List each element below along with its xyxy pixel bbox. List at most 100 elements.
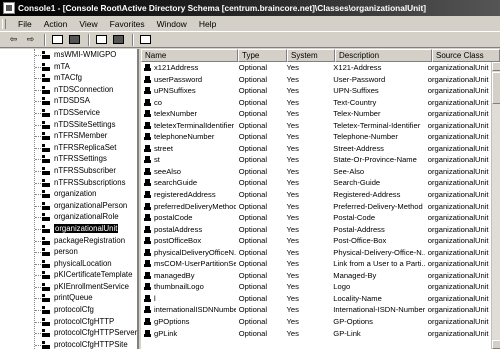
table-row[interactable]: postOfficeBox Optional Yes Post-Office-Box o… [141, 235, 491, 247]
table-row[interactable]: msCOM-UserPartitionSe... Optional Yes Link … [141, 258, 491, 270]
table-row[interactable]: teletexTerminalIdentifier Optional Yes Tele… [141, 120, 491, 132]
tree-item-nTFRSSubscriptions[interactable]: nTFRSSubscriptions [0, 177, 137, 189]
attribute-source-class: organizationalUnit [427, 201, 489, 211]
tree-item-physicalLocation[interactable]: physicalLocation [0, 258, 137, 270]
attribute-name-text: l [154, 293, 156, 303]
tree-item-organizationalPerson[interactable]: organizationalPerson [0, 200, 137, 212]
class-tree[interactable]: msWMI-WMIGPO mTA mTACfg nTDSConnection nTDSD… [0, 49, 139, 349]
attribute-description: GP-Link [333, 328, 361, 338]
tree-item-mTA[interactable]: mTA [0, 61, 137, 73]
table-row[interactable]: internationalISDNNumber Optional Yes Intern… [141, 304, 491, 316]
tree-item-label: pKICertificateTemplate [54, 270, 133, 280]
help-icon[interactable] [138, 33, 153, 46]
column-header-name[interactable]: Name [141, 49, 238, 62]
tree-item-label: protocolCfg [54, 305, 94, 315]
table-row[interactable]: registeredAddress Optional Yes Registered-A… [141, 189, 491, 201]
tree-item-nTDSConnection[interactable]: nTDSConnection [0, 84, 137, 96]
tree-item-nTFRSSettings[interactable]: nTFRSSettings [0, 153, 137, 165]
tree-item-label: organizationalRole [54, 212, 119, 222]
tree-item-organizationalRole[interactable]: organizationalRole [0, 211, 137, 223]
tree-item-nTFRSReplicaSet[interactable]: nTFRSReplicaSet [0, 142, 137, 154]
column-header-source-class[interactable]: Source Class [432, 49, 500, 62]
properties-icon[interactable] [94, 33, 109, 46]
tree-item-msWMI-WMIGPO[interactable]: msWMI-WMIGPO [0, 49, 137, 61]
tree-item-packageRegistration[interactable]: packageRegistration [0, 235, 137, 247]
table-row[interactable]: gPLink Optional Yes GP-Link organizationalUn… [141, 328, 491, 340]
class-icon [42, 74, 50, 83]
tree-connector-line [35, 275, 41, 277]
tree-item-person[interactable]: person [0, 246, 137, 258]
attribute-system: Yes [286, 201, 299, 211]
menu-window[interactable]: Window [151, 19, 193, 29]
attribute-system: Yes [286, 305, 299, 315]
tree-item-protocolCfgHTTPSite[interactable]: protocolCfgHTTPSite [0, 339, 137, 349]
tree-item-pKIEnrollmentService[interactable]: pKIEnrollmentService [0, 281, 137, 293]
table-row[interactable]: managedBy Optional Yes Managed-By organizati… [141, 270, 491, 282]
tree-item-organizationalUnit[interactable]: organizationalUnit [0, 223, 137, 235]
attribute-icon [144, 214, 151, 222]
scroll-up-arrow[interactable] [492, 62, 500, 71]
menu-action[interactable]: Action [38, 19, 74, 29]
attribute-type: Optional [238, 109, 268, 119]
tree-item-pKICertificateTemplate[interactable]: pKICertificateTemplate [0, 269, 137, 281]
show-tree-icon[interactable] [67, 33, 82, 46]
menu-help[interactable]: Help [193, 19, 222, 29]
table-row[interactable]: telexNumber Optional Yes Telex-Number organi… [141, 108, 491, 120]
attribute-system: Yes [286, 132, 299, 142]
tree-item-nTDSService[interactable]: nTDSService [0, 107, 137, 119]
column-header-description[interactable]: Description [335, 49, 432, 62]
table-row[interactable]: postalAddress Optional Yes Postal-Address or… [141, 224, 491, 236]
tree-connector-line [35, 147, 41, 149]
table-row[interactable]: gPOptions Optional Yes GP-Options organizati… [141, 316, 491, 328]
tree-item-protocolCfgHTTPServer[interactable]: protocolCfgHTTPServer [0, 327, 137, 339]
attribute-list[interactable]: Name Type System Description Source Class x1… [141, 49, 500, 349]
table-row[interactable]: x121Address Optional Yes X121-Address organi… [141, 62, 491, 74]
attribute-icon [144, 225, 151, 233]
tree-item-nTFRSMember[interactable]: nTFRSMember [0, 130, 137, 142]
attribute-description: Physical-Delivery-Office-N... [333, 247, 425, 257]
menu-view[interactable]: View [73, 19, 103, 29]
table-row[interactable]: postalCode Optional Yes Postal-Code organiza… [141, 212, 491, 224]
vertical-scrollbar[interactable] [491, 62, 500, 349]
tree-item-protocolCfgHTTP[interactable]: protocolCfgHTTP [0, 316, 137, 328]
table-row[interactable]: l Optional Yes Locality-Name organizationalU… [141, 293, 491, 305]
table-row[interactable]: preferredDeliveryMethod Optional Yes Prefer… [141, 201, 491, 213]
attribute-icon [144, 202, 151, 210]
column-header-type[interactable]: Type [238, 49, 287, 62]
table-row[interactable]: searchGuide Optional Yes Search-Guide organi… [141, 177, 491, 189]
tree-item-nTDSSiteSettings[interactable]: nTDSSiteSettings [0, 119, 137, 131]
tree-item-nTFRSSubscriber[interactable]: nTFRSSubscriber [0, 165, 137, 177]
tree-item-nTDSDSA[interactable]: nTDSDSA [0, 95, 137, 107]
table-row[interactable]: physicalDeliveryOfficeN... Optional Yes Phy… [141, 247, 491, 259]
up-folder-icon[interactable] [50, 33, 65, 46]
attribute-source-class: organizationalUnit [427, 270, 489, 280]
class-icon [42, 108, 50, 117]
tree-item-mTACfg[interactable]: mTACfg [0, 72, 137, 84]
table-row[interactable]: seeAlso Optional Yes See-Also organizational… [141, 166, 491, 178]
attribute-name: gPLink [141, 328, 236, 340]
table-row[interactable]: userPassword Optional Yes User-Password orga… [141, 74, 491, 86]
console-app-icon[interactable] [3, 2, 15, 14]
scroll-down-arrow[interactable] [492, 340, 500, 349]
menu-favorites[interactable]: Favorites [104, 19, 151, 29]
forward-arrow-icon[interactable]: ⇨ [23, 33, 38, 46]
export-icon[interactable] [111, 33, 126, 46]
tree-item-organization[interactable]: organization [0, 188, 137, 200]
table-row[interactable]: telephoneNumber Optional Yes Telephone-Numb… [141, 131, 491, 143]
attribute-description: International-ISDN-Number [333, 305, 425, 315]
back-arrow-icon[interactable]: ⇦ [6, 33, 21, 46]
menu-file[interactable]: File [12, 19, 38, 29]
table-row[interactable]: uPNSuffixes Optional Yes UPN-Suffixes organi… [141, 85, 491, 97]
column-header-system[interactable]: System [287, 49, 335, 62]
table-row[interactable]: street Optional Yes Street-Address organizat… [141, 143, 491, 155]
scroll-thumb[interactable] [492, 72, 500, 104]
tree-item-protocolCfg[interactable]: protocolCfg [0, 304, 137, 316]
table-row[interactable]: st Optional Yes State-Or-Province-Name organ… [141, 154, 491, 166]
table-row[interactable]: thumbnailLogo Optional Yes Logo organization… [141, 281, 491, 293]
table-row[interactable]: co Optional Yes Text-Country organizationalU… [141, 97, 491, 109]
title-bar[interactable]: Console1 - [Console Root\Active Director… [0, 0, 500, 16]
class-icon [42, 132, 50, 141]
attribute-type: Optional [238, 305, 268, 315]
attribute-type: Optional [238, 328, 268, 338]
tree-item-printQueue[interactable]: printQueue [0, 292, 137, 304]
